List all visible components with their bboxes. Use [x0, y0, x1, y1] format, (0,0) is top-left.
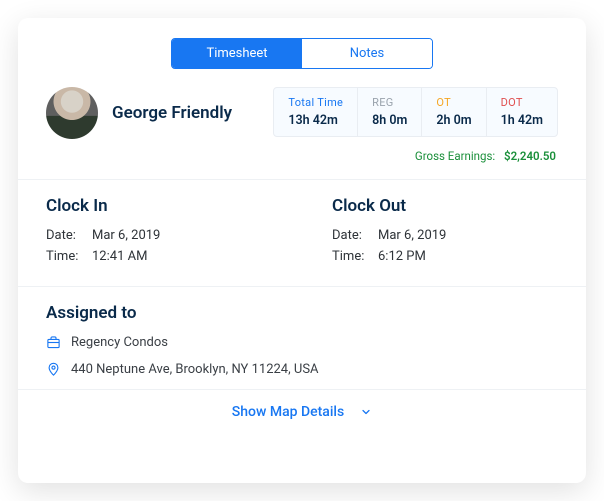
show-map-label: Show Map Details	[232, 404, 344, 420]
clock-in-time-label: Time:	[46, 249, 92, 264]
assigned-address: 440 Neptune Ave, Brooklyn, NY 11224, USA	[46, 362, 558, 377]
stat-ot-label: OT	[436, 96, 471, 109]
briefcase-icon	[46, 335, 61, 350]
clock-out-date: Date: Mar 6, 2019	[332, 228, 558, 243]
clock-out-date-value: Mar 6, 2019	[378, 228, 446, 243]
clock-out-time: Time: 6:12 PM	[332, 249, 558, 264]
clock-in: Clock In Date: Mar 6, 2019 Time: 12:41 A…	[46, 196, 272, 270]
earnings-value: $2,240.50	[504, 149, 556, 163]
clock-out-title: Clock Out	[332, 196, 558, 216]
clock-out-date-label: Date:	[332, 228, 378, 243]
stat-ot-value: 2h 0m	[436, 113, 471, 128]
divider	[18, 286, 586, 287]
clock-in-date-label: Date:	[46, 228, 92, 243]
divider	[18, 179, 586, 180]
timesheet-card: Timesheet Notes George Friendly Total Ti…	[18, 18, 586, 483]
profile-row: George Friendly Total Time 13h 42m REG 8…	[46, 87, 558, 139]
tab-group: Timesheet Notes	[171, 38, 433, 69]
clock-row: Clock In Date: Mar 6, 2019 Time: 12:41 A…	[46, 196, 558, 270]
stat-total-value: 13h 42m	[288, 113, 343, 128]
tabs: Timesheet Notes	[46, 38, 558, 69]
clock-out-time-label: Time:	[332, 249, 378, 264]
clock-in-time-value: 12:41 AM	[92, 249, 147, 264]
avatar	[46, 87, 98, 139]
stat-total-label: Total Time	[288, 96, 343, 109]
stat-reg: REG 8h 0m	[358, 88, 422, 136]
gross-earnings: Gross Earnings: $2,240.50	[46, 149, 556, 163]
stat-total: Total Time 13h 42m	[274, 88, 358, 136]
clock-out: Clock Out Date: Mar 6, 2019 Time: 6:12 P…	[332, 196, 558, 270]
stat-ot: OT 2h 0m	[422, 88, 486, 136]
stat-reg-value: 8h 0m	[372, 113, 407, 128]
chevron-down-icon	[360, 406, 372, 418]
clock-in-date-value: Mar 6, 2019	[92, 228, 160, 243]
tab-notes[interactable]: Notes	[302, 39, 432, 68]
tab-timesheet[interactable]: Timesheet	[172, 39, 302, 68]
stat-dot-label: DOT	[501, 96, 543, 109]
stat-dot: DOT 1h 42m	[487, 88, 557, 136]
time-stats: Total Time 13h 42m REG 8h 0m OT 2h 0m DO…	[273, 87, 558, 137]
show-map-details-button[interactable]: Show Map Details	[18, 389, 586, 434]
assigned-to: Assigned to Regency Condos 440 Neptune A…	[46, 303, 558, 377]
location-pin-icon	[46, 362, 61, 377]
earnings-label: Gross Earnings:	[415, 149, 495, 163]
assigned-address-text: 440 Neptune Ave, Brooklyn, NY 11224, USA	[71, 362, 319, 377]
stat-reg-label: REG	[372, 96, 407, 109]
clock-out-time-value: 6:12 PM	[378, 249, 426, 264]
assigned-title: Assigned to	[46, 303, 558, 323]
assigned-project: Regency Condos	[46, 335, 558, 350]
assigned-project-name: Regency Condos	[71, 335, 168, 350]
clock-in-date: Date: Mar 6, 2019	[46, 228, 272, 243]
stat-dot-value: 1h 42m	[501, 113, 543, 128]
employee-name: George Friendly	[112, 103, 259, 123]
clock-in-title: Clock In	[46, 196, 272, 216]
clock-in-time: Time: 12:41 AM	[46, 249, 272, 264]
